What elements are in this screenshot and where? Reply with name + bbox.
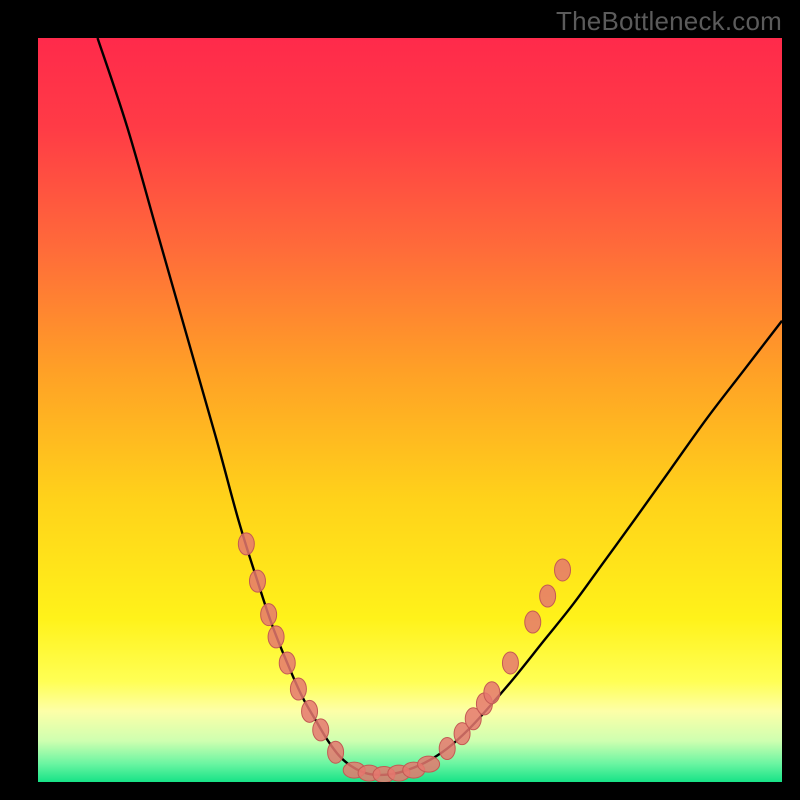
chart-svg: [38, 38, 782, 782]
outer-frame: TheBottleneck.com: [0, 0, 800, 800]
data-point: [302, 700, 318, 722]
data-point: [313, 719, 329, 741]
data-point: [268, 626, 284, 648]
data-point: [525, 611, 541, 633]
data-point: [290, 678, 306, 700]
data-point: [418, 756, 440, 772]
data-point: [484, 682, 500, 704]
data-point: [249, 570, 265, 592]
data-point: [555, 559, 571, 581]
data-point: [279, 652, 295, 674]
data-point: [540, 585, 556, 607]
data-points: [238, 533, 570, 782]
plot-area: [38, 38, 782, 782]
data-point: [261, 604, 277, 626]
bottleneck-curve: [98, 38, 782, 775]
data-point: [439, 738, 455, 760]
data-point: [328, 741, 344, 763]
data-point: [502, 652, 518, 674]
watermark-text: TheBottleneck.com: [556, 6, 782, 37]
data-point: [238, 533, 254, 555]
